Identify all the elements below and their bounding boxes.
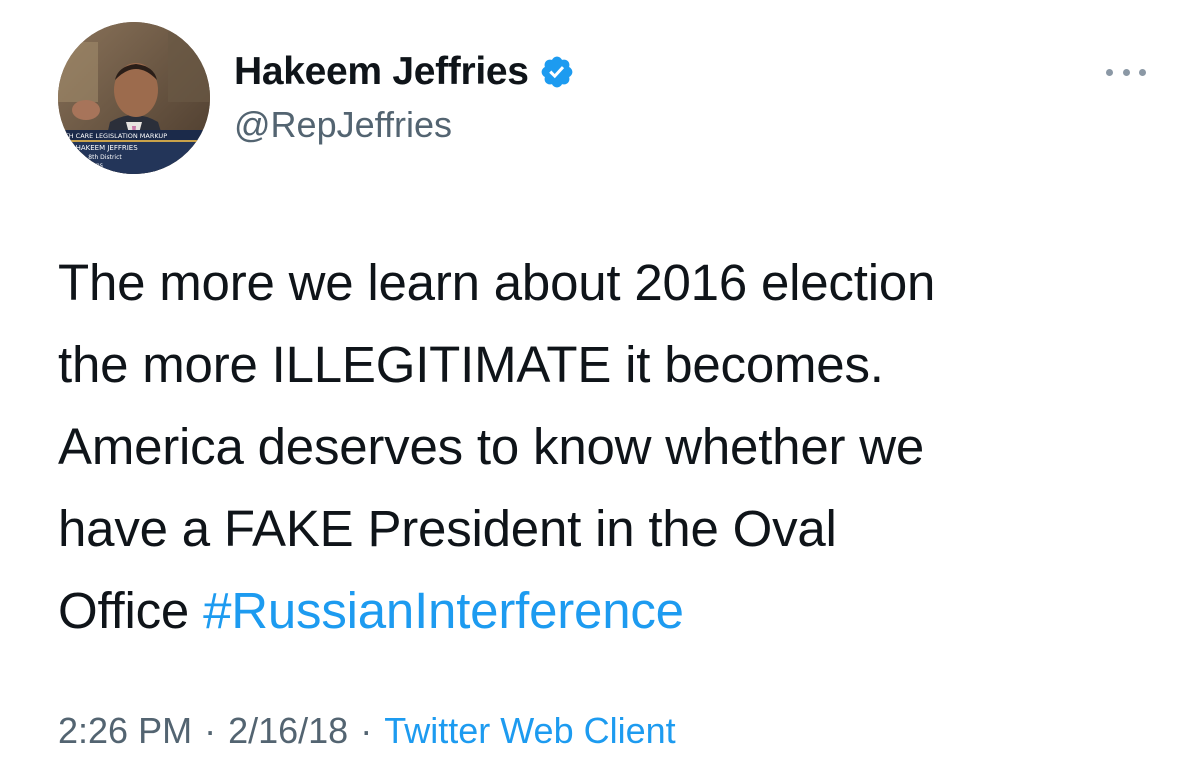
tweet-text-line: America deserves to know whether we <box>58 418 925 475</box>
avatar-image: LTH CARE LEGISLATION MARKUP P. HAKEEM JE… <box>58 22 210 174</box>
tweet-text-line: the more ILLEGITIMATE it becomes. <box>58 336 884 393</box>
tweet-header: LTH CARE LEGISLATION MARKUP P. HAKEEM JE… <box>58 22 1160 182</box>
tweet-date[interactable]: 2/16/18 <box>228 710 348 751</box>
name-row: Hakeem Jeffries <box>234 46 575 98</box>
tweet-source-link[interactable]: Twitter Web Client <box>384 710 675 751</box>
meta-separator: · <box>360 710 373 751</box>
tweet-text-last-line: Office #RussianInterference <box>58 570 1168 652</box>
hashtag-link[interactable]: #RussianInterference <box>203 582 684 639</box>
tweet-card: LTH CARE LEGISLATION MARKUP P. HAKEEM JE… <box>0 0 1200 779</box>
avatar-caption-1: LTH CARE LEGISLATION MARKUP <box>62 132 167 140</box>
more-dot <box>1122 68 1130 76</box>
avatar-caption-3: York, 8th District <box>71 154 122 161</box>
meta-separator: · <box>204 710 217 751</box>
tweet-text-line: have a FAKE President in the Oval <box>58 500 837 557</box>
more-dot <box>1139 68 1146 76</box>
display-name[interactable]: Hakeem Jeffries <box>234 50 529 94</box>
verified-badge-icon <box>539 54 575 90</box>
user-info: Hakeem Jeffries @RepJeffries <box>234 46 575 146</box>
tweet-text: The more we learn about 2016 election th… <box>58 242 1168 652</box>
tweet-meta: 2:26 PM · 2/16/18 · Twitter Web Client <box>58 710 676 752</box>
more-dot <box>1106 68 1113 76</box>
avatar-caption-2: P. HAKEEM JEFFRIES <box>68 144 138 152</box>
avatar-caption-4: Queens <box>80 162 103 169</box>
tweet-text-line: The more we learn about 2016 election <box>58 254 936 311</box>
more-options-icon[interactable] <box>1106 62 1146 82</box>
user-handle[interactable]: @RepJeffries <box>234 104 575 146</box>
tweet-time[interactable]: 2:26 PM <box>58 710 192 751</box>
avatar[interactable]: LTH CARE LEGISLATION MARKUP P. HAKEEM JE… <box>58 22 210 174</box>
tweet-text-fragment: Office <box>58 582 204 639</box>
